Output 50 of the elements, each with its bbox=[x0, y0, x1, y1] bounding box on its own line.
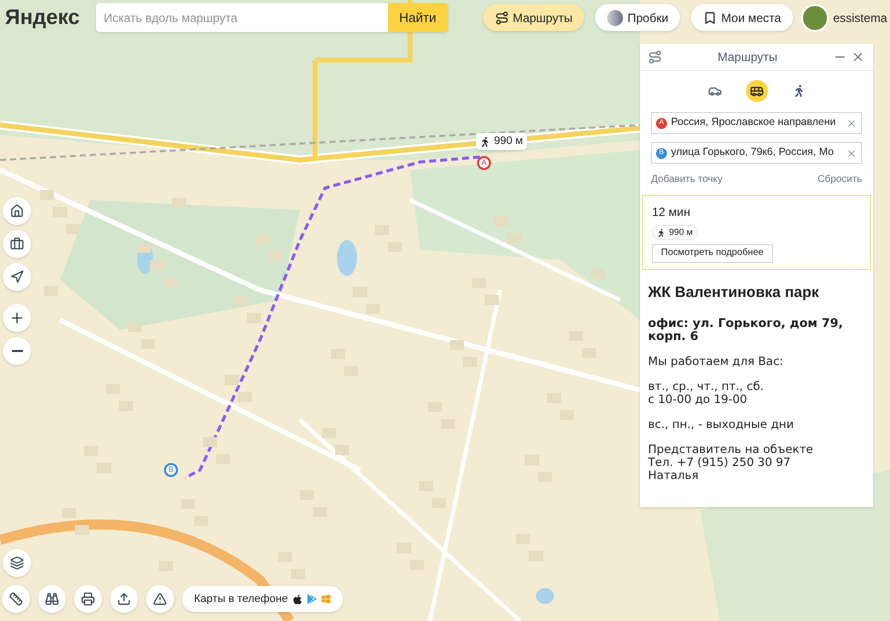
play-icon bbox=[306, 594, 317, 604]
details-button[interactable]: Посмотреть подробнее bbox=[652, 244, 773, 263]
home-icon bbox=[10, 204, 24, 218]
clear-icon[interactable] bbox=[846, 148, 857, 158]
point-address: улица Горького, 79к6, Россия, Мо bbox=[671, 145, 835, 160]
add-point-link[interactable]: Добавить точку bbox=[651, 172, 722, 187]
arrow-icon bbox=[10, 270, 24, 284]
travel-mode-tab[interactable] bbox=[746, 80, 768, 102]
apple-icon bbox=[292, 594, 303, 604]
search-button[interactable]: Найти bbox=[388, 3, 448, 32]
logo[interactable]: Яндекс bbox=[5, 4, 80, 30]
walk-distance-chip: 990 м bbox=[652, 225, 698, 240]
point-address: Россия, Ярославское направлени bbox=[671, 115, 837, 130]
layers-icon bbox=[10, 556, 24, 570]
bus-icon bbox=[750, 84, 764, 98]
close-icon[interactable] bbox=[851, 50, 865, 64]
plus-icon bbox=[9, 310, 25, 326]
search-field[interactable]: Искать вдоль маршрута bbox=[96, 3, 388, 32]
walking-icon bbox=[657, 228, 665, 236]
panel-title: Маршруты bbox=[716, 49, 778, 66]
bookmark-icon bbox=[703, 10, 718, 24]
share-icon bbox=[117, 592, 131, 606]
route-result-card[interactable]: 12 мин 990 м Посмотреть подробнее bbox=[642, 195, 871, 270]
walking-icon bbox=[480, 136, 490, 146]
windows-icon bbox=[320, 594, 331, 604]
traffic-icon bbox=[607, 10, 624, 26]
minus-icon bbox=[12, 350, 22, 352]
office-address: офис: ул. Горького, дом 79, корп. 6 bbox=[648, 316, 844, 342]
info-paragraph: вс., пн., - выходные дни bbox=[648, 418, 795, 430]
user-name[interactable]: essistema bbox=[833, 8, 888, 26]
clear-icon[interactable] bbox=[846, 118, 857, 128]
route-icon bbox=[494, 10, 509, 24]
briefcase-icon bbox=[10, 237, 24, 251]
info-paragraph: Мы работаем для Вас: bbox=[648, 354, 784, 368]
reset-link[interactable]: Сбросить bbox=[818, 172, 862, 187]
info-paragraph: вт., ср., чт., пт., сб. с 10-00 до 19-00 bbox=[648, 380, 765, 406]
map-toolbar-button[interactable]: Маршруты bbox=[482, 4, 584, 31]
binoculars-icon bbox=[45, 592, 59, 606]
info-paragraph: Представитель на объекте Тел. +7 (915) 250 30 97 Наталья bbox=[648, 442, 814, 482]
route-time: 12 мин bbox=[652, 204, 690, 221]
distance-text: 990 м bbox=[494, 134, 523, 150]
ruler-icon bbox=[9, 592, 23, 606]
walking-icon bbox=[792, 85, 804, 97]
map-toolbar-button[interactable]: Пробки bbox=[595, 4, 680, 31]
info-title: ЖК Валентиновка парк bbox=[648, 283, 820, 303]
route-icon[interactable] bbox=[648, 50, 662, 64]
app-promo-button[interactable]: Карты в телефоне bbox=[182, 586, 343, 612]
map-toolbar-button[interactable]: Мои места bbox=[691, 4, 794, 31]
warning-icon bbox=[153, 592, 167, 606]
printer-icon bbox=[81, 592, 95, 606]
